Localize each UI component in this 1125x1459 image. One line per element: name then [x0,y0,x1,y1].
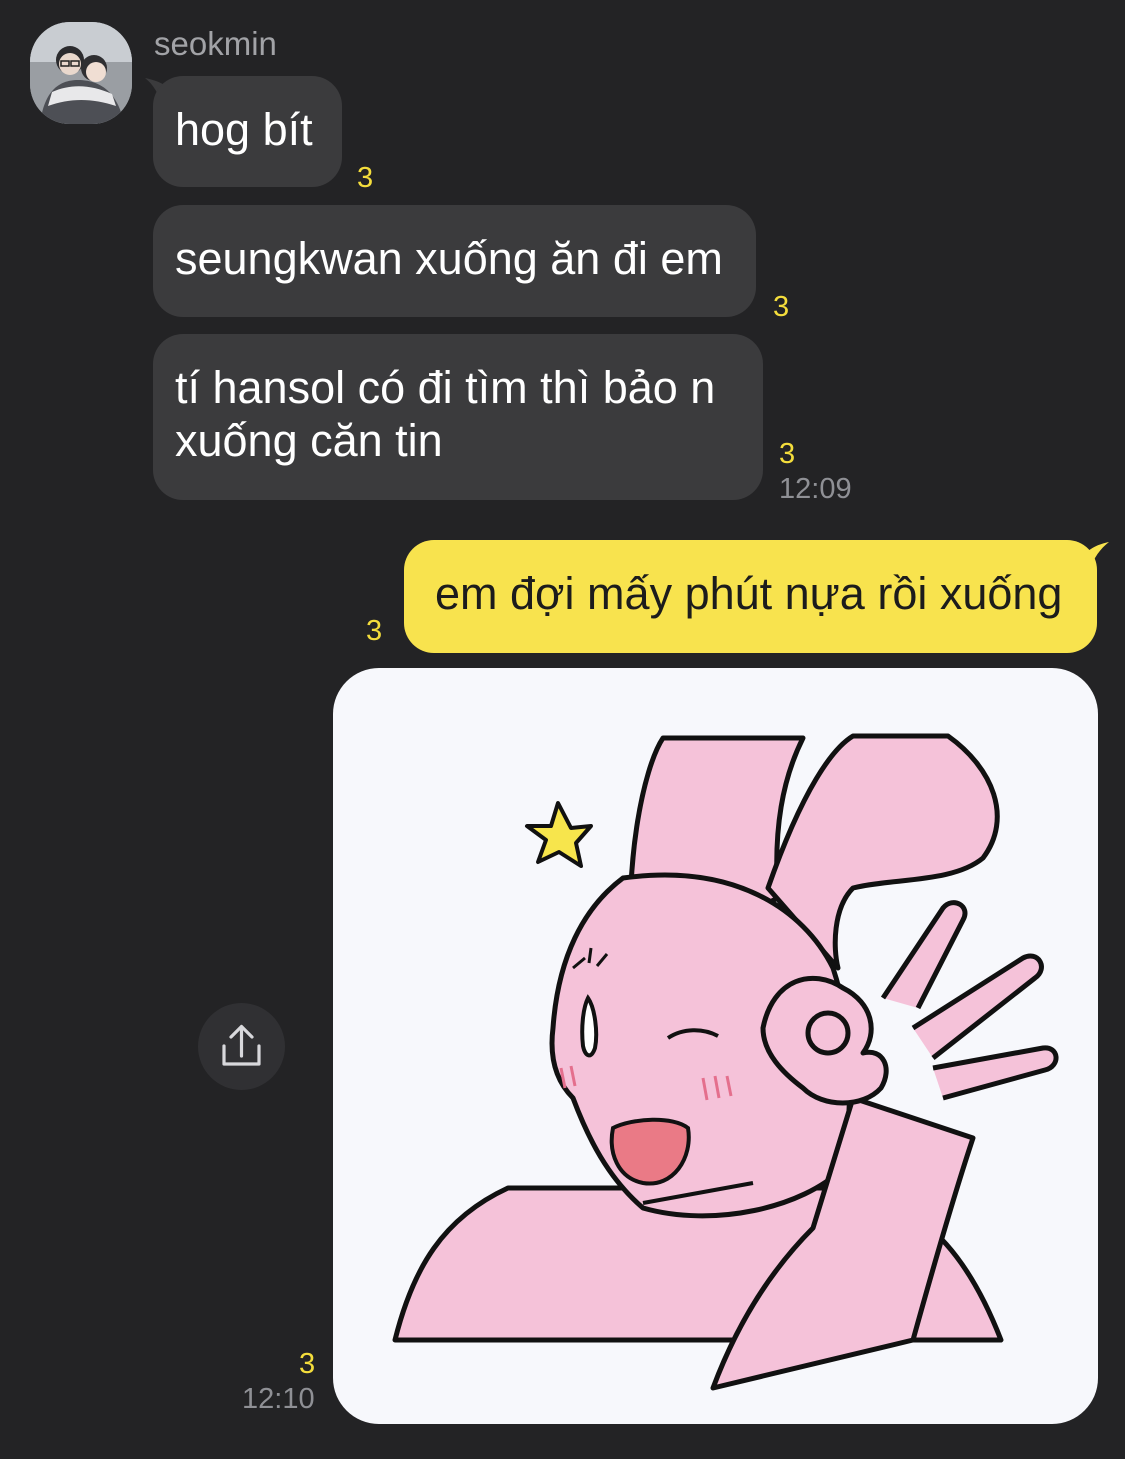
message-text: em đợi mấy phút nựa rồi xuống [435,568,1063,619]
unread-count: 3 [773,291,790,323]
incoming-message-bubble[interactable]: hog bít [153,76,342,187]
avatar-photo [30,22,132,124]
message-text: hog bít [175,104,313,155]
share-button[interactable] [198,1003,285,1090]
share-icon [222,1024,261,1066]
unread-count: 3 [779,438,796,470]
message-timestamp: 12:10 [242,1383,315,1415]
unread-count: 3 [366,615,383,647]
outgoing-message-bubble[interactable]: em đợi mấy phút nựa rồi xuống [404,540,1097,653]
message-text-line: xuống căn tin [175,415,443,466]
message-timestamp: 12:09 [779,473,852,505]
incoming-message-bubble[interactable]: tí hansol có đi tìm thì bảo n xuống căn … [153,334,763,500]
incoming-message-bubble[interactable]: seungkwan xuống ăn đi em [153,205,756,317]
sender-name: seokmin [154,25,277,62]
sender-avatar[interactable] [30,22,132,124]
message-text: seungkwan xuống ăn đi em [175,233,723,284]
sticker-image[interactable] [333,668,1098,1424]
unread-count: 3 [357,162,374,194]
unread-count: 3 [299,1348,316,1380]
pink-bunny-ok-sticker [392,733,1059,1391]
message-text-line: tí hansol có đi tìm thì bảo n [175,362,716,413]
